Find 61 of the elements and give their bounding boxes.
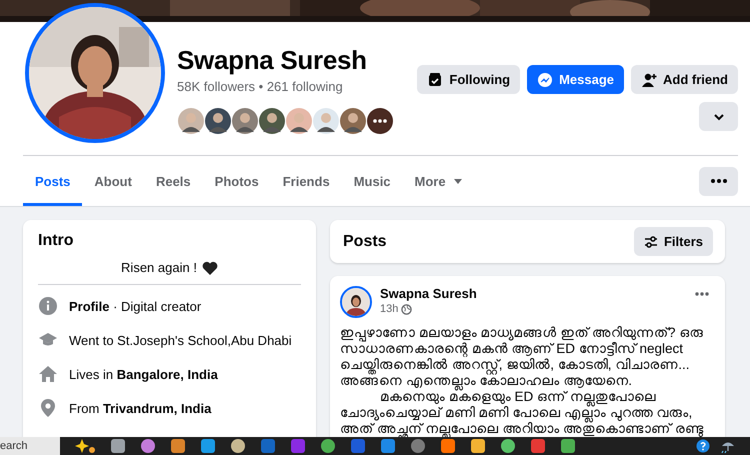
intro-title: Intro (38, 232, 75, 250)
app-icon[interactable] (530, 438, 546, 454)
app-icon[interactable] (380, 438, 396, 454)
house-icon (38, 364, 58, 384)
ellipsis-icon (710, 179, 726, 183)
app-icon[interactable] (170, 438, 186, 454)
post-time[interactable]: 13h (380, 303, 398, 315)
message-button[interactable]: Message (527, 65, 624, 94)
friend-avatar-icon[interactable] (312, 107, 340, 135)
checkmark-badge-icon (427, 72, 444, 88)
sparkle-icon[interactable] (74, 438, 96, 454)
post-author[interactable]: Swapna Suresh (380, 286, 691, 301)
intro-detail: Profile · Digital creator (69, 298, 202, 314)
location-pin-icon (38, 398, 58, 418)
friend-avatar-icon[interactable] (231, 107, 259, 135)
posts-title: Posts (343, 232, 387, 250)
profile-tab[interactable]: Reels (144, 156, 203, 206)
post-text: ഇപ്പഴാണോ മലയാളം മാധ്യമങ്ങൾ ഇത് അറിയുന്നത്? ഒരു സാധാരണകാരന്റെ മകൻ ആണ് ED നോട്ടീസ് neglect ചെയ്തിരുനെങ്കിൽ അറസ്റ്റ്, ജയിൽ, കോടതി, വിചാരണ... അങ്ങനെ എന്തെല്ലാം കോലാഹലം ആയേനെ. (340, 325, 713, 389)
app-icon[interactable] (470, 438, 486, 454)
app-icon[interactable] (110, 438, 126, 454)
chevron-button[interactable] (699, 102, 738, 131)
profile-tab[interactable]: Music (342, 156, 403, 206)
friend-avatar-icon[interactable] (204, 107, 232, 135)
following-button[interactable]: Following (417, 65, 520, 94)
intro-detail: Went to St.Joseph's School,Abu Dhabi (69, 332, 292, 348)
info-icon (38, 296, 58, 316)
intro-detail: Lives in Bangalore, India (69, 366, 218, 382)
friend-avatar-icon[interactable] (258, 107, 286, 135)
app-icon[interactable] (500, 438, 516, 454)
dropdown-caret-icon (452, 176, 463, 186)
profile-name: Swapna Suresh (177, 44, 368, 76)
friend-avatar-icon[interactable] (339, 107, 367, 135)
follower-stats[interactable]: 58K followers • 261 following (177, 79, 393, 94)
add-person-icon (641, 72, 657, 88)
app-icon[interactable] (140, 438, 156, 454)
profile-tab[interactable]: Friends (270, 156, 342, 206)
app-icon[interactable] (230, 438, 246, 454)
friend-avatar-icon[interactable] (177, 107, 205, 135)
intro-detail: From Trivandrum, India (69, 400, 212, 416)
app-icon[interactable] (410, 438, 426, 454)
app-icon[interactable] (560, 438, 576, 454)
filters-button[interactable]: Filters (634, 227, 713, 256)
app-icon[interactable] (200, 438, 216, 454)
profile-tab[interactable]: Photos (202, 156, 271, 206)
globe-icon (401, 304, 412, 314)
sliders-icon (644, 234, 658, 248)
bio-text: Risen again ! (121, 260, 197, 275)
app-icon[interactable] (320, 438, 336, 454)
help-icon[interactable] (696, 439, 710, 453)
add-friend-button[interactable]: Add friend (631, 65, 738, 94)
more-friends-icon[interactable] (366, 107, 394, 135)
messenger-icon (537, 72, 554, 88)
profile-tab[interactable]: More (402, 156, 475, 206)
app-icon[interactable] (440, 438, 456, 454)
profile-tab[interactable]: About (82, 156, 144, 206)
profile-tab[interactable]: Posts (23, 156, 82, 206)
friend-avatar-icon[interactable] (285, 107, 313, 135)
search-field[interactable]: earch (0, 437, 60, 455)
more-options-button[interactable] (699, 166, 738, 196)
heart-icon (202, 260, 218, 274)
ellipsis-icon (695, 292, 709, 296)
